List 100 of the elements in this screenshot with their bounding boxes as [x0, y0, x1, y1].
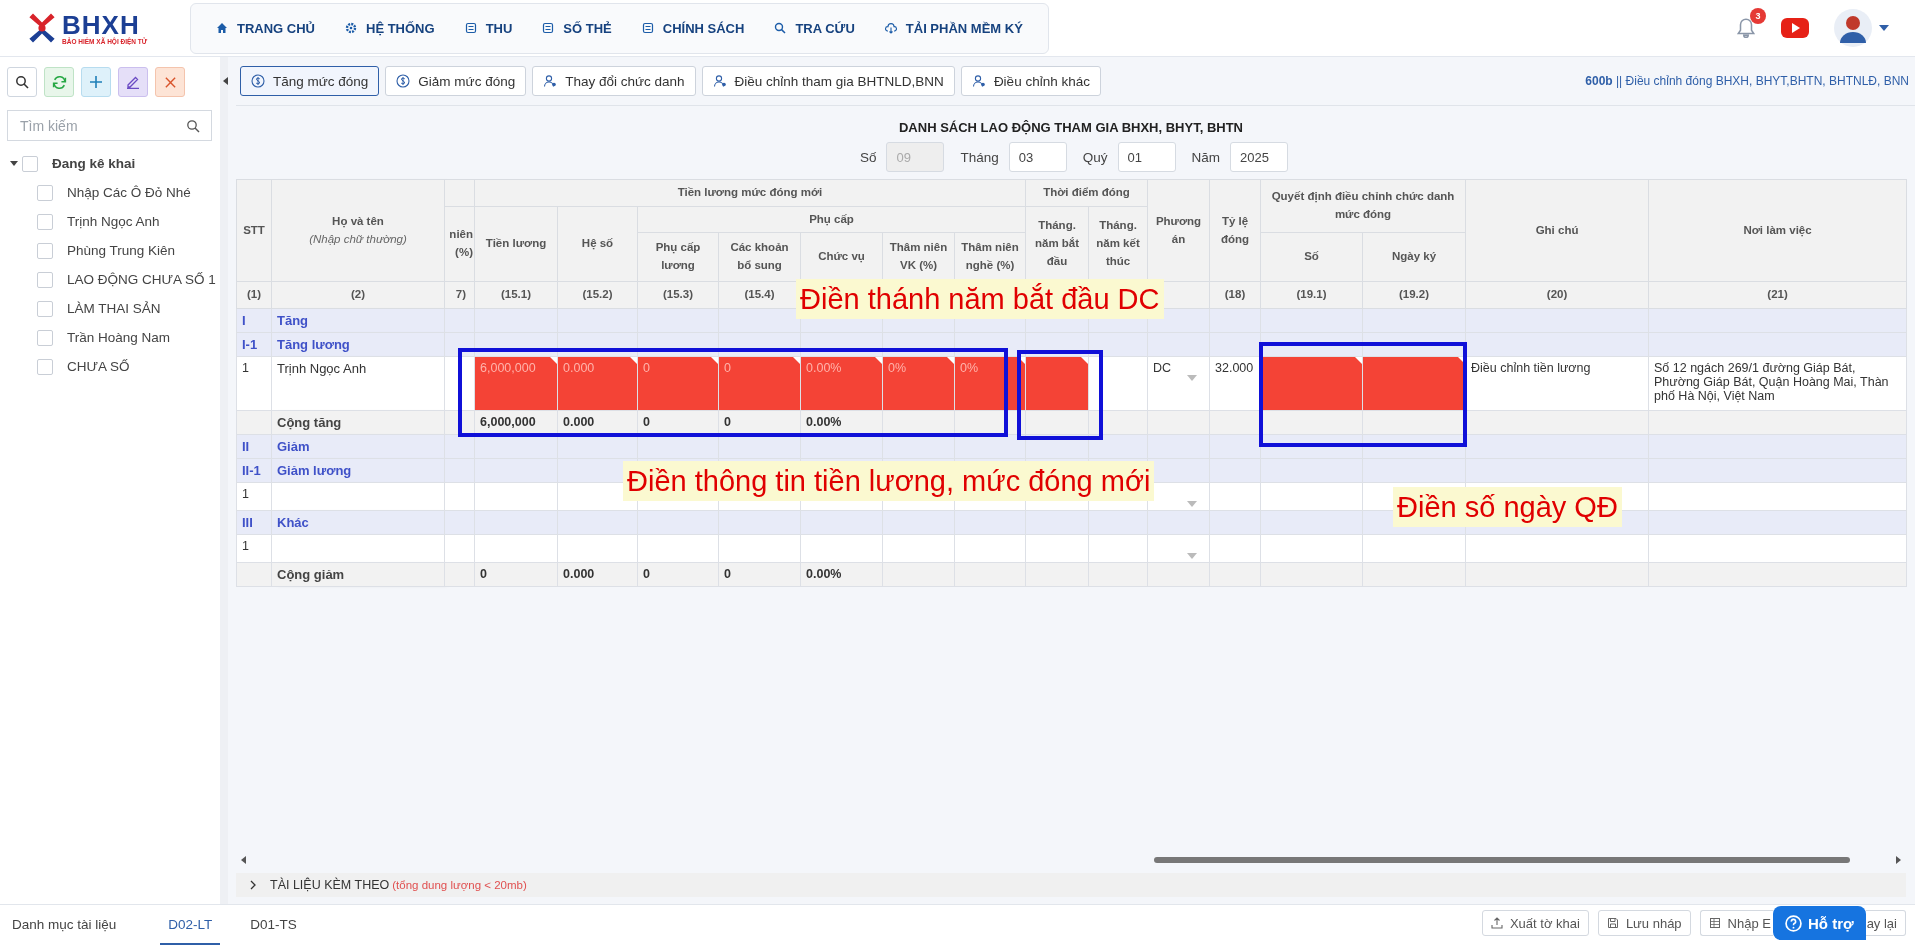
chevron-right-icon: [250, 880, 256, 890]
field-label: Số: [859, 149, 877, 165]
input-field[interactable]: 01: [1117, 142, 1176, 172]
total-label: Cộng tăng: [277, 415, 342, 430]
total-label: Cộng giảm: [277, 567, 345, 582]
menu-item[interactable]: TRA CỨU: [759, 20, 870, 36]
plus-icon: [89, 75, 103, 89]
search-button[interactable]: [7, 67, 37, 97]
caret-icon: [1187, 501, 1197, 507]
tree-item[interactable]: Đang kê khai: [52, 156, 136, 171]
input-cell[interactable]: [1260, 356, 1363, 411]
scrollbar-thumb[interactable]: [1154, 857, 1850, 863]
logo-name: BHXH: [62, 11, 140, 38]
column-number: (15.1): [500, 288, 531, 301]
action-button[interactable]: ay lại: [1865, 910, 1906, 936]
tab[interactable]: Điều chỉnh khác: [960, 66, 1101, 96]
checkbox[interactable]: [37, 213, 53, 230]
close-button[interactable]: [155, 67, 185, 97]
checkbox[interactable]: [37, 242, 53, 259]
menu-item[interactable]: CHÍNH SÁCH: [626, 20, 760, 36]
column-header: Số: [1260, 232, 1363, 282]
tree-item[interactable]: LAO ĐỘNG CHƯA SỐ 1: [67, 272, 216, 287]
column-header: Nơi làm việc: [1648, 179, 1907, 282]
input-field[interactable]: 2025: [1230, 142, 1289, 172]
checkbox[interactable]: [37, 271, 53, 288]
checkbox[interactable]: [37, 329, 53, 346]
add-button[interactable]: [81, 67, 111, 97]
field-label: Năm: [1191, 149, 1221, 165]
tab[interactable]: Điều chỉnh tham gia BHTNLD,BNN: [701, 66, 955, 96]
person-icon: [543, 74, 558, 88]
tab[interactable]: Thay đổi chức danh: [532, 66, 696, 96]
field-label: Tháng: [960, 149, 999, 165]
tree-item[interactable]: LÀM THAI SẢN: [67, 301, 161, 316]
search-icon: [774, 22, 787, 34]
tree-item[interactable]: Trịnh Ngọc Anh: [67, 214, 160, 229]
spreadsheet-icon: [1708, 917, 1721, 929]
table-cell: Số 12 ngách 269/1 đường Giáp Bát, Phường Giáp Bát, Quận Hoàng Mai, Thàn phố Hà Nội, Việt Nam: [1648, 356, 1907, 411]
row-number: III: [242, 515, 253, 530]
column-header: Phụ cấp: [637, 206, 1026, 233]
list-title: DANH SÁCH LAO ĐỘNG THAM GIA BHXH, BHYT, BHTN: [898, 120, 1244, 135]
caret-icon: [1187, 553, 1197, 559]
input-field[interactable]: 03: [1008, 142, 1067, 172]
checkbox[interactable]: [22, 155, 38, 172]
video-play-icon[interactable]: [1781, 18, 1809, 38]
column-number: (19.2): [1399, 288, 1430, 301]
refresh-button[interactable]: [44, 67, 74, 97]
tree-item[interactable]: Phùng Trung Kiên: [67, 243, 176, 258]
close-icon: [163, 75, 177, 89]
help-button[interactable]: Hỗ trợ: [1772, 906, 1866, 940]
dropdown-field[interactable]: DC: [1147, 356, 1210, 411]
checkbox[interactable]: [37, 184, 53, 201]
column-header: niên (%): [444, 206, 475, 282]
tree-item[interactable]: Trần Hoàng Nam: [67, 330, 171, 345]
scroll-left-icon[interactable]: [241, 856, 246, 864]
menu-item[interactable]: SỐ THẺ: [527, 20, 627, 36]
action-button[interactable]: Nhập E: [1699, 910, 1773, 936]
employee-name: Trịnh Ngọc Anh: [277, 361, 367, 376]
person-icon: [971, 74, 986, 88]
tab[interactable]: Giảm mức đóng: [385, 66, 527, 96]
settings-icon: [345, 22, 357, 34]
input-cell[interactable]: [1025, 356, 1089, 411]
attachments-bar[interactable]: TÀI LIỆU KÈM THEO (tổng dung lượng < 20mb): [236, 873, 1906, 897]
collapse-arrow-icon[interactable]: [223, 77, 228, 85]
annotation-note: Điền thánh năm bắt đầu DC: [796, 279, 1164, 319]
checkbox[interactable]: [37, 300, 53, 317]
dollar-icon: [396, 74, 411, 88]
attachments-label: TÀI LIỆU KÈM THEO: [270, 878, 390, 892]
action-button[interactable]: Xuất tờ khai: [1481, 910, 1589, 936]
avatar-icon[interactable]: [1833, 8, 1873, 48]
tree-item[interactable]: CHƯA SỐ: [67, 359, 130, 374]
bell-icon[interactable]: [1735, 17, 1757, 39]
annotation-note: Điền thông tin tiền lương, mức đóng mới: [623, 461, 1155, 501]
search-field[interactable]: Tìm kiếm: [7, 110, 212, 141]
field-label: Quý: [1082, 149, 1108, 165]
column-header: Tháng. năm bắt đầu: [1025, 206, 1089, 282]
caret-icon[interactable]: [1879, 25, 1889, 31]
scroll-right-icon[interactable]: [1896, 856, 1901, 864]
checkbox[interactable]: [37, 358, 53, 375]
tab[interactable]: D01-TS: [250, 905, 319, 945]
row-number: I: [242, 313, 246, 328]
menu-item[interactable]: TẢI PHẦN MỀM KÝ: [869, 20, 1038, 36]
edit-button[interactable]: [118, 67, 148, 97]
column-header: Phương án: [1147, 179, 1210, 282]
action-button[interactable]: Lưu nháp: [1597, 910, 1691, 936]
tree-item[interactable]: Nhập Các Ô Đỏ Nhé: [67, 185, 191, 200]
menu-item[interactable]: TRANG CHỦ: [201, 20, 330, 36]
group-label: Tăng: [277, 313, 309, 328]
size-limit-note: (tổng dung lượng < 20mb): [392, 879, 527, 891]
tab[interactable]: Tăng mức đóng: [240, 66, 380, 96]
document-icon: [641, 22, 654, 34]
dollar-icon: [251, 74, 265, 88]
tab[interactable]: Danh mục tài liệu: [12, 905, 139, 945]
column-number: 7): [455, 288, 466, 301]
expand-caret-icon[interactable]: [10, 161, 18, 166]
column-header: Tiền lương mức đóng mới: [474, 179, 1026, 207]
tab[interactable]: D02-LT: [160, 905, 221, 945]
menu-item[interactable]: THU: [449, 20, 528, 36]
input-cell[interactable]: [1362, 356, 1466, 411]
dropdown-field[interactable]: [1147, 534, 1210, 563]
menu-item[interactable]: HỆ THỐNG: [330, 20, 450, 36]
